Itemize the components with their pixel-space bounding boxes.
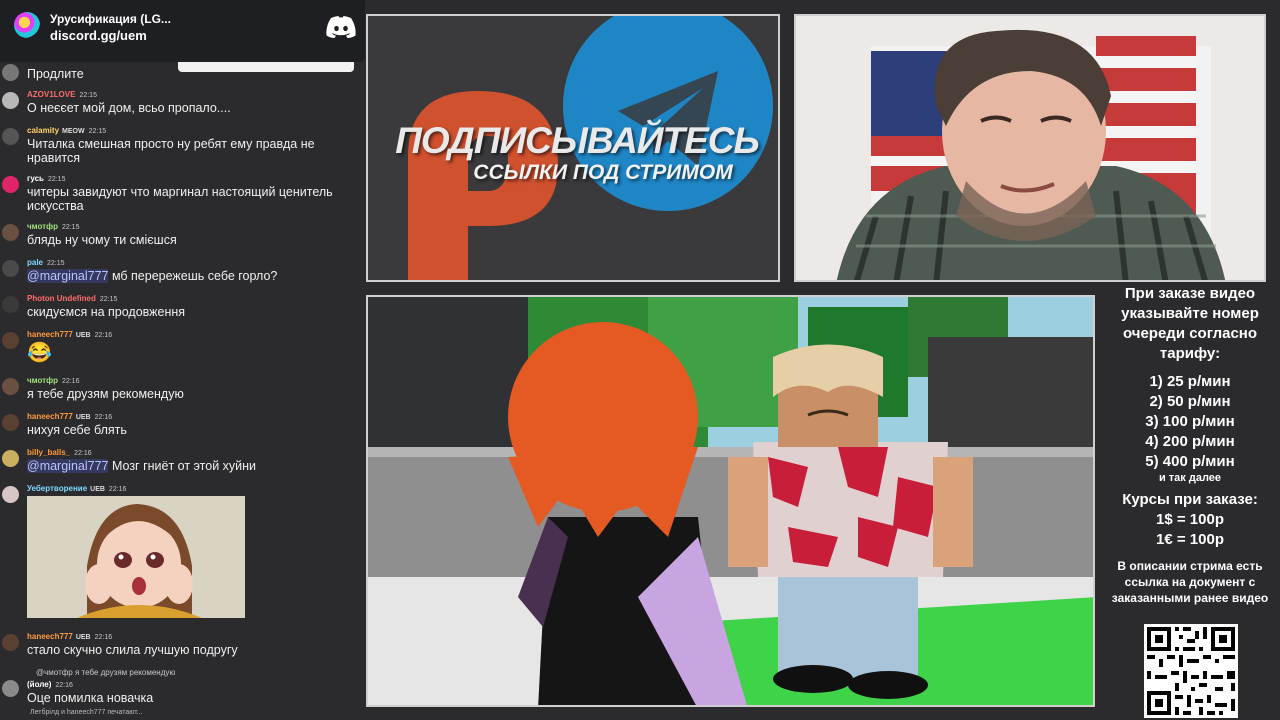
message-text: читеры завидуют что маргинал настоящий ц…	[27, 185, 333, 213]
rate-item: 1$ = 100р	[1156, 511, 1224, 528]
username: calamity MEOW 22:15	[27, 126, 107, 135]
game-scene-image	[368, 297, 1093, 705]
rates-list: 1$ = 100р 1€ = 100р	[1100, 510, 1280, 550]
username: AZOV1LOVE 22:15	[27, 90, 97, 99]
order-info-panel: При заказе видео указывайте номер очеред…	[1100, 284, 1280, 606]
username: pale 22:15	[27, 258, 65, 267]
message-text: блядь ну чому ти смієшся	[27, 233, 177, 247]
discord-logo-icon	[326, 16, 356, 38]
message-text: @marginal777 Мозг гниёт от этой хуйни	[27, 459, 257, 473]
avatar	[2, 486, 19, 503]
username: Уебертворение UEB 22:16	[27, 484, 127, 493]
avatar	[2, 64, 19, 81]
username: haneech777 UEB 22:16	[27, 632, 113, 641]
tariff-item: 1) 25 р/мин	[1149, 373, 1231, 390]
tariff-list: 1) 25 р/мин 2) 50 р/мин 3) 100 р/мин 4) …	[1100, 372, 1280, 484]
anime-girl-image	[27, 496, 245, 618]
server-name: Урусификация (LG...	[50, 12, 171, 26]
message-text: нихуя себе блять	[27, 423, 127, 437]
stream-overlay: Урусификация (LG... discord.gg/uem Продл…	[0, 0, 1280, 720]
username: billy_balls_ 22:16	[27, 448, 92, 457]
avatar	[2, 224, 19, 241]
message-text: О неєєет мой дом, всьо пропало....	[27, 101, 231, 115]
message-text: стало скучно слила лучшую подругу	[27, 643, 238, 657]
tariff-item: 3) 100 р/мин	[1145, 413, 1235, 430]
user-mention[interactable]: @marginal777	[27, 269, 109, 283]
username: (йоле) 22:16	[27, 680, 73, 689]
rate-item: 1€ = 100р	[1156, 531, 1224, 548]
server-avatar	[14, 12, 40, 38]
order-heading: При заказе видео указывайте номер очеред…	[1121, 285, 1259, 362]
message-text: скидуємся на продовження	[27, 305, 186, 319]
avatar	[2, 128, 19, 145]
message-text: Продлите	[27, 67, 84, 81]
typing-indicator: Летбрілд и haneech777 печатают...	[30, 709, 143, 716]
promo-title: ПОДПИСЫВАЙТЕСЬ	[395, 120, 759, 161]
message-text: Читалка смешная просто ну ребят ему прав…	[27, 137, 315, 165]
avatar	[2, 332, 19, 349]
avatar	[2, 260, 19, 277]
description-note: В описании стрима есть ссылка на докумен…	[1111, 559, 1269, 605]
avatar	[2, 378, 19, 395]
tariff-note: и так далее	[1158, 472, 1222, 484]
game-video-feed	[366, 295, 1095, 707]
avatar	[2, 296, 19, 313]
username: haneech777 UEB 22:16	[27, 412, 113, 421]
username: чмотфр 22:15	[27, 222, 80, 231]
avatar	[2, 634, 19, 651]
avatar	[2, 414, 19, 431]
qr-code-icon	[1144, 624, 1238, 718]
username: haneech777 UEB 22:16	[27, 330, 113, 339]
server-invite[interactable]: discord.gg/uem	[50, 28, 147, 43]
emoji-laugh-icon: 😂	[27, 342, 52, 364]
avatar	[2, 176, 19, 193]
message-text: Оце помилка новачка	[27, 691, 154, 705]
user-mention[interactable]: @marginal777	[27, 459, 109, 473]
username: гусь 22:15	[27, 174, 66, 183]
tariff-item: 5) 400 р/мин	[1145, 453, 1235, 470]
message-text: я тебе друзям рекомендую	[27, 387, 184, 401]
rates-heading: Курсы при заказе:	[1122, 491, 1258, 508]
discord-server-header[interactable]: Урусификация (LG... discord.gg/uem	[0, 0, 365, 62]
avatar	[2, 450, 19, 467]
username: Photon Undefined 22:15	[27, 294, 118, 303]
chat-image-anime[interactable]	[27, 496, 245, 618]
webcam-feed	[794, 14, 1266, 282]
webcam-image	[796, 16, 1264, 280]
tariff-item: 4) 200 р/мин	[1145, 433, 1235, 450]
tariff-item: 2) 50 р/мин	[1149, 393, 1231, 410]
promo-subtitle: ССЫЛКИ ПОД СТРИМОМ	[473, 161, 733, 184]
username: чмотфр 22:16	[27, 376, 80, 385]
subscribe-promo-panel: ПОДПИСЫВАЙТЕСЬ ССЫЛКИ ПОД СТРИМОМ	[366, 14, 780, 282]
chat-feed[interactable]: Продлите AZOV1LOVE 22:15 О неєєет мой дом…	[0, 62, 365, 720]
avatar	[2, 92, 19, 109]
message-text: @marginal777 мб перережешь себе горло?	[27, 269, 278, 283]
avatar	[2, 680, 19, 697]
reply-preview[interactable]: @чмотфр я тебе друзям рекомендую	[36, 668, 175, 677]
